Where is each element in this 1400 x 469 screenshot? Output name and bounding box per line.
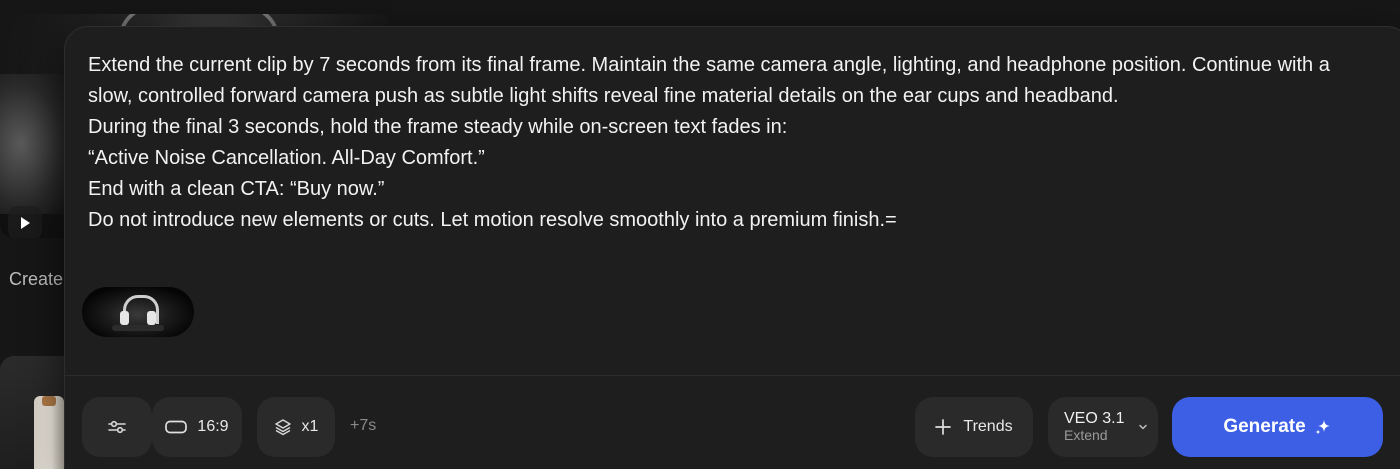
model-name: VEO 3.1	[1064, 410, 1125, 427]
product-cap	[42, 396, 56, 406]
trends-label: Trends	[963, 418, 1013, 435]
chevron-down-icon	[1139, 424, 1148, 430]
duration-label: +7s	[350, 417, 377, 434]
light-glow	[0, 74, 70, 214]
settings-button[interactable]	[82, 397, 152, 457]
prompt-panel: Extend the current clip by 7 seconds fro…	[64, 26, 1400, 469]
prompt-textarea[interactable]: Extend the current clip by 7 seconds fro…	[88, 50, 1348, 236]
output-count-label: x1	[301, 418, 319, 435]
model-text: VEO 3.1 Extend	[1064, 410, 1124, 444]
panel-divider	[65, 375, 1400, 376]
app-page: Create Extend the current clip by 7 seco…	[0, 0, 1400, 469]
rectangle-icon	[165, 420, 188, 434]
thumbnail-stand	[112, 325, 164, 331]
model-mode: Extend	[1064, 427, 1108, 443]
aspect-ratio-label: 16:9	[197, 418, 229, 435]
generate-label: Generate	[1223, 416, 1306, 437]
aspect-ratio-button[interactable]: 16:9	[152, 397, 242, 457]
generate-button[interactable]: Generate	[1172, 397, 1383, 457]
sparkle-icon	[1315, 420, 1330, 435]
play-icon	[21, 217, 30, 229]
video-card-caption: Create	[9, 269, 64, 289]
play-button[interactable]	[8, 206, 42, 238]
thumbnail-ear-cup-left	[120, 311, 129, 325]
reference-thumbnail[interactable]	[82, 287, 194, 337]
product-bottle	[34, 396, 64, 469]
thumbnail-ear-cup-right	[147, 311, 156, 325]
trends-button[interactable]: Trends	[915, 397, 1033, 457]
layers-icon	[274, 419, 291, 436]
output-count-button[interactable]: x1	[257, 397, 335, 457]
plus-icon	[935, 419, 952, 435]
model-selector[interactable]: VEO 3.1 Extend	[1048, 397, 1158, 457]
sliders-icon	[108, 420, 126, 434]
